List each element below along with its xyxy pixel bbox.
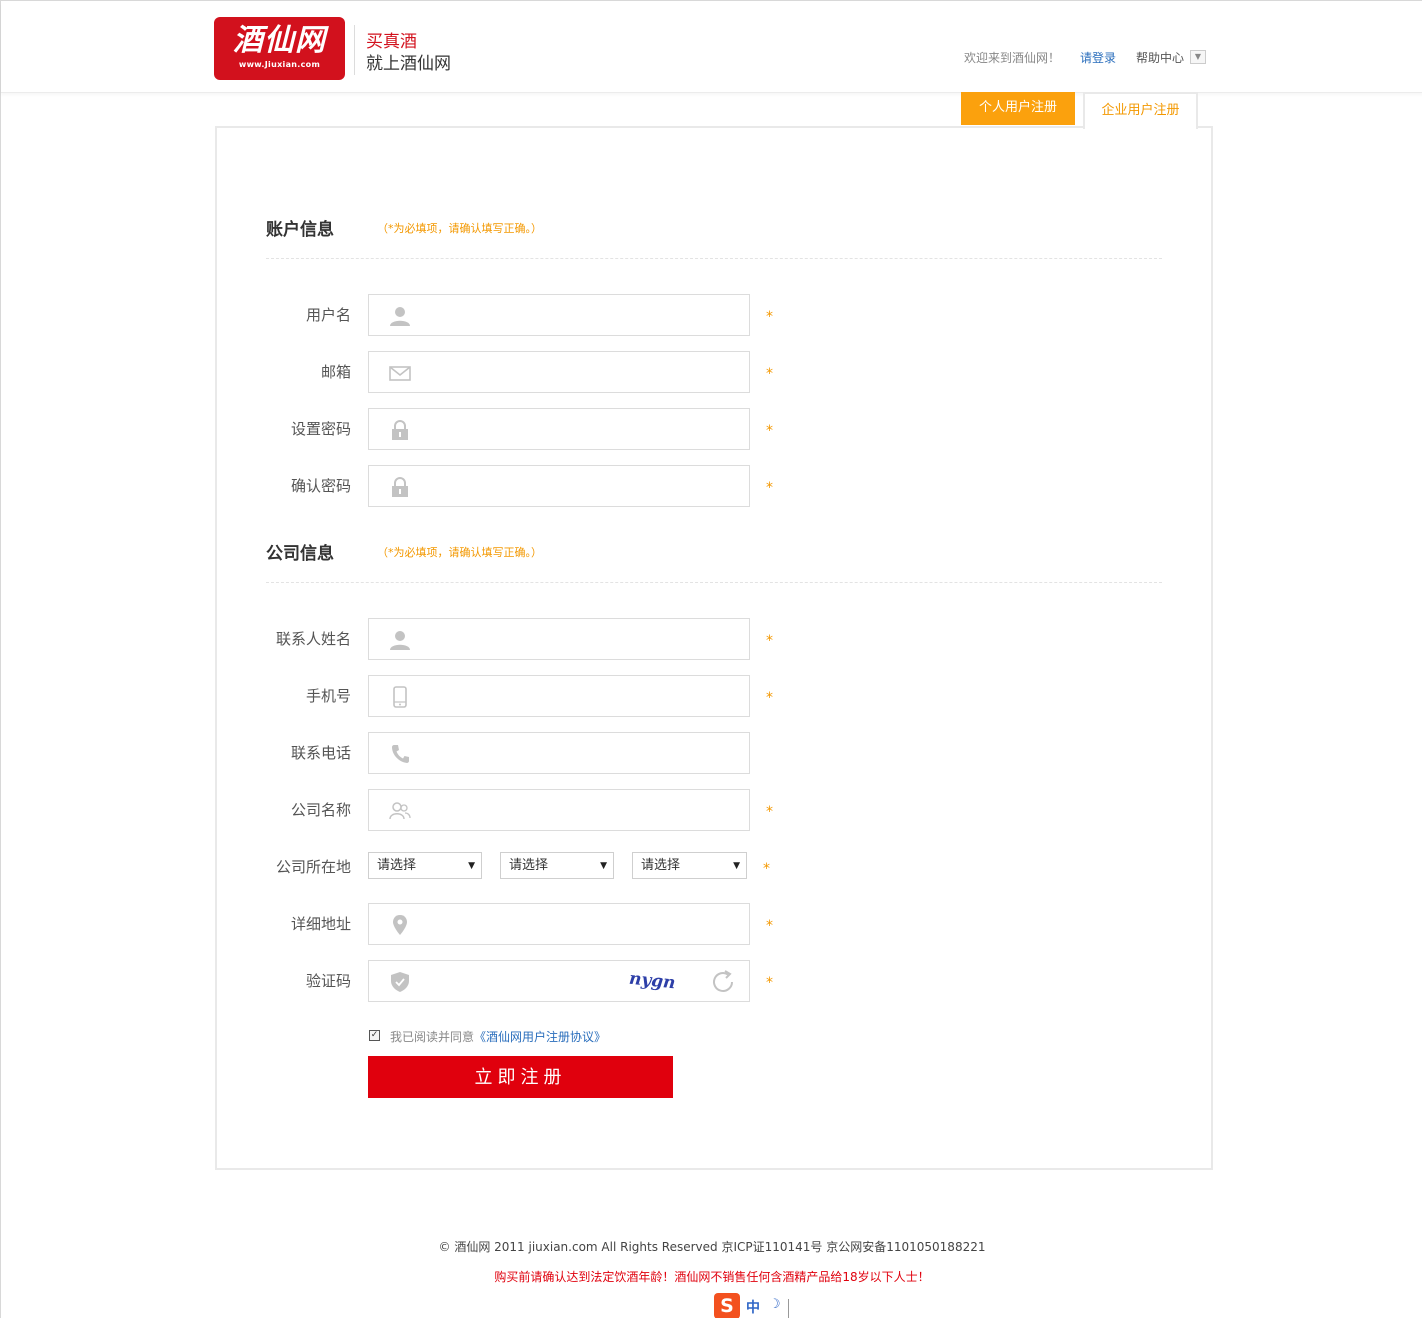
captcha-label: 验证码 [305, 972, 351, 990]
captcha-text: nygn [628, 969, 676, 994]
password-input[interactable] [421, 409, 741, 449]
dropdown-arrow-icon: ▼ [733, 861, 740, 871]
dropdown-arrow-icon: ▼ [600, 861, 607, 871]
confirm-password-input[interactable] [421, 466, 741, 506]
required-star: * [766, 975, 773, 991]
ime-toolbar[interactable]: S 中 ☽ [711, 1293, 789, 1318]
location-pin-icon [393, 915, 407, 935]
ime-divider [788, 1299, 789, 1318]
contact-name-label: 联系人姓名 [275, 630, 351, 648]
required-star: * [766, 309, 773, 325]
company-name-label: 公司名称 [290, 801, 351, 819]
required-star: * [763, 861, 770, 877]
captcha-image[interactable]: nygn [627, 968, 677, 994]
account-info-title: 账户信息 [266, 220, 334, 240]
mobile-label: 手机号 [305, 687, 351, 705]
username-label: 用户名 [305, 306, 351, 324]
sogou-ime-icon[interactable]: S [714, 1293, 740, 1318]
contact-name-input[interactable] [421, 619, 741, 659]
chevron-down-icon[interactable]: ▼ [1190, 50, 1206, 64]
login-link[interactable]: 请登录 [1080, 49, 1116, 66]
company-location-label: 公司所在地 [275, 858, 351, 876]
footer-age-warning: 购买前请确认达到法定饮酒年龄！酒仙网不销售任何含酒精产品给18岁以下人士！ [494, 1270, 930, 1284]
required-star: * [766, 804, 773, 820]
logo-text: 酒仙网 [233, 23, 326, 58]
province-select[interactable]: 请选择 ▼ [368, 852, 482, 879]
site-header: 酒仙网 www.Jiuxian.com 买真酒 就上酒仙网 欢迎来到酒仙网！ 请… [1, 1, 1422, 93]
slogan-divider [354, 25, 355, 75]
phone-label: 联系电话 [290, 744, 351, 762]
mobile-field[interactable] [368, 675, 750, 717]
email-label: 邮箱 [320, 363, 351, 381]
company-required-note: （*为必填项，请确认填写正确。） [377, 546, 542, 559]
confirm-password-field[interactable] [368, 465, 750, 507]
phone-icon [392, 745, 409, 763]
lock-icon [392, 477, 408, 497]
province-select-value: 请选择 [377, 858, 417, 873]
mail-icon [389, 366, 411, 381]
user-icon [390, 631, 410, 650]
agreement-checkbox[interactable]: ✓ [369, 1030, 380, 1041]
moon-icon[interactable]: ☽ [769, 1297, 781, 1312]
agreement-prefix: 我已阅读并同意 [390, 1030, 475, 1044]
required-star: * [766, 480, 773, 496]
address-field[interactable] [368, 903, 750, 945]
lock-icon [392, 420, 408, 440]
required-star: * [766, 366, 773, 382]
city-select[interactable]: 请选择 ▼ [500, 852, 614, 879]
required-star: * [766, 690, 773, 706]
help-center-link[interactable]: 帮助中心 [1136, 49, 1184, 66]
welcome-text: 欢迎来到酒仙网！ [964, 51, 1061, 65]
mobile-phone-icon [393, 686, 407, 708]
account-required-note: （*为必填项，请确认填写正确。） [377, 222, 542, 235]
company-divider [266, 582, 1162, 583]
required-star: * [766, 423, 773, 439]
company-name-field[interactable] [368, 789, 750, 831]
captcha-field[interactable] [368, 960, 750, 1002]
username-field[interactable] [368, 294, 750, 336]
logo-url: www.Jiuxian.com [238, 60, 321, 69]
password-label: 设置密码 [290, 420, 351, 438]
phone-field[interactable] [368, 732, 750, 774]
company-name-input[interactable] [421, 790, 741, 830]
district-select-value: 请选择 [641, 858, 681, 873]
address-label: 详细地址 [290, 915, 351, 933]
password-field[interactable] [368, 408, 750, 450]
users-icon [389, 802, 411, 820]
required-star: * [766, 633, 773, 649]
tab-personal-register[interactable]: 个人用户注册 [961, 92, 1075, 125]
email-input[interactable] [421, 352, 741, 392]
username-input[interactable] [421, 295, 741, 335]
company-info-title: 公司信息 [266, 544, 334, 564]
register-button[interactable]: 立即注册 [368, 1056, 673, 1098]
district-select[interactable]: 请选择 ▼ [632, 852, 747, 879]
user-icon [390, 307, 410, 326]
ime-chinese-mode[interactable]: 中 [746, 1297, 760, 1317]
slogan-line2: 就上酒仙网 [366, 54, 451, 74]
agreement-link[interactable]: 《酒仙网用户注册协议》 [474, 1030, 606, 1044]
account-divider [266, 258, 1162, 259]
dropdown-arrow-icon: ▼ [468, 861, 475, 871]
refresh-icon[interactable] [709, 968, 737, 996]
agreement-text: 我已阅读并同意《酒仙网用户注册协议》 [390, 1028, 606, 1045]
footer-copyright: © 酒仙网 2011 jiuxian.com All Rights Reserv… [438, 1240, 986, 1254]
shield-icon [391, 972, 409, 992]
contact-name-field[interactable] [368, 618, 750, 660]
captcha-input[interactable] [421, 961, 621, 1001]
email-field[interactable] [368, 351, 750, 393]
site-logo[interactable]: 酒仙网 www.Jiuxian.com [214, 17, 345, 80]
tab-enterprise-register[interactable]: 企业用户注册 [1083, 92, 1198, 129]
phone-input[interactable] [421, 733, 741, 773]
city-select-value: 请选择 [509, 858, 549, 873]
confirm-password-label: 确认密码 [290, 477, 351, 495]
address-input[interactable] [421, 904, 741, 944]
required-star: * [766, 918, 773, 934]
mobile-input[interactable] [421, 676, 741, 716]
